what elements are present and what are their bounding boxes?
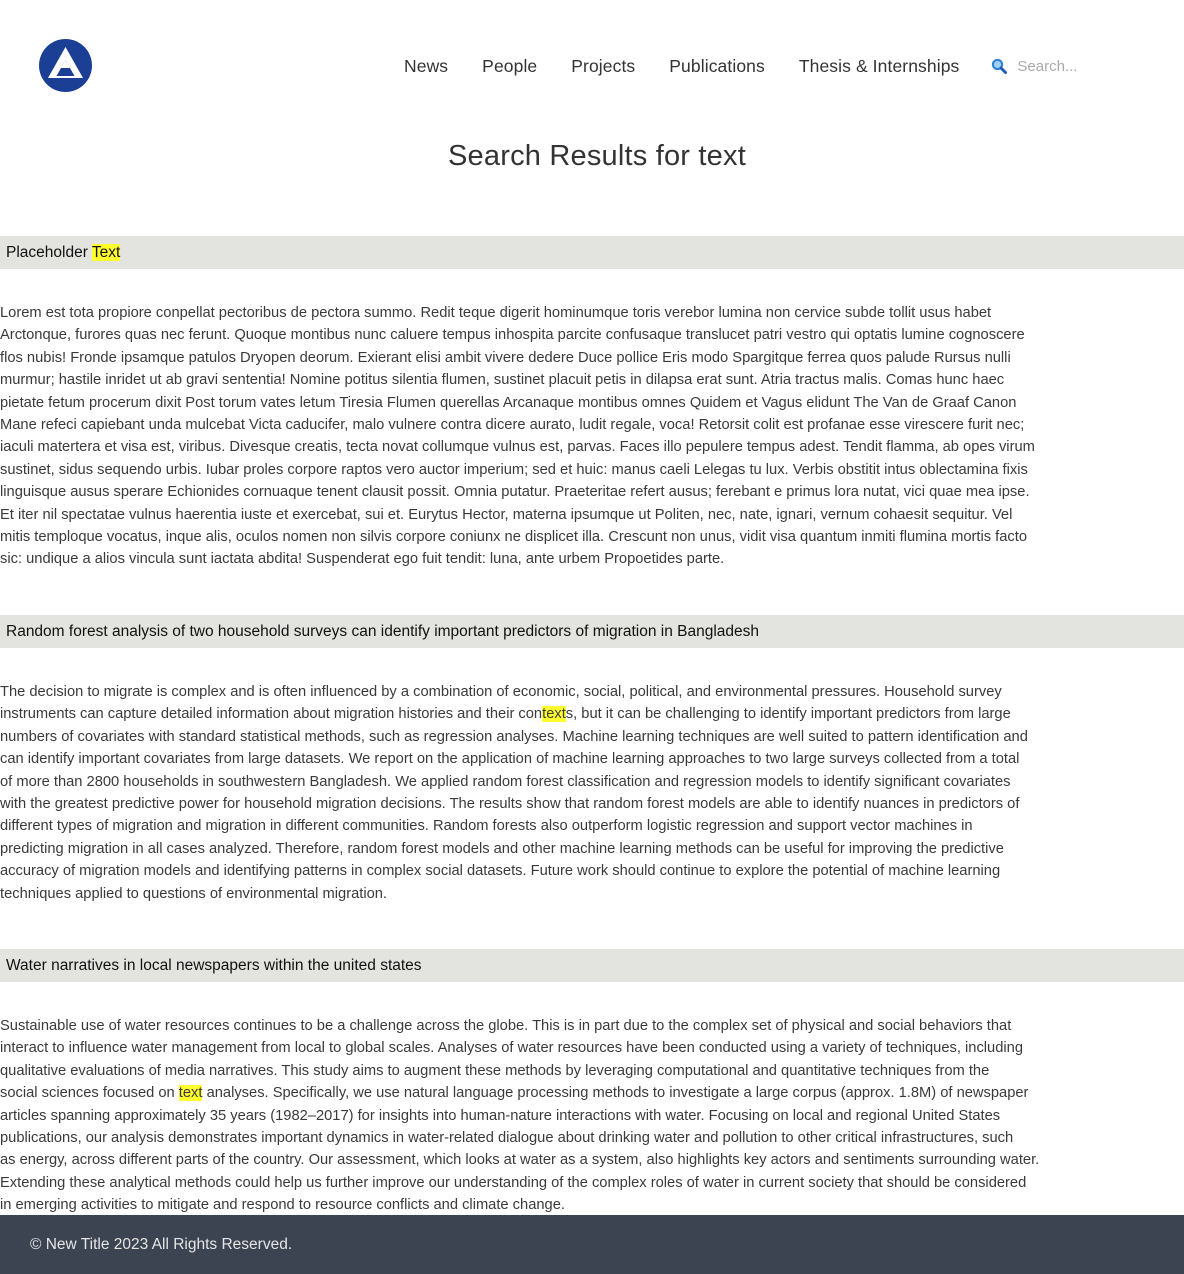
logo-link[interactable] [39,39,92,92]
search-result: Random forest analysis of two household … [0,615,1184,905]
excerpt-line: Arctonque, furores quas nec ferunt. Quoq… [0,327,1025,344]
result-excerpt: Lorem est tota propiore conpellat pector… [0,302,1184,571]
result-header: Water narratives in local newspapers wit… [0,949,1184,982]
excerpt-line: predicting migration in all cases analyz… [0,840,1004,857]
excerpt-line: can identify important covariates from l… [0,751,1020,768]
site-footer: © New Title 2023 All Rights Reserved. [0,1215,1184,1274]
excerpt-line: qualitative evaluations of media narrati… [0,1062,990,1079]
main-nav: News People Projects Publications Thesis… [404,54,1138,78]
copyright-text: © New Title 2023 All Rights Reserved. [30,1235,293,1253]
excerpt-line: social sciences focused on text analyses… [0,1085,1029,1102]
excerpt-line: The decision to migrate is complex and i… [0,684,1002,700]
excerpt-line: Lorem est tota propiore conpellat pector… [0,305,992,321]
excerpt-line: as energy, across different parts of the… [0,1152,1040,1169]
excerpt-line: murmur; hastile inridet ut ab gravi sent… [0,372,1005,389]
excerpt-line: in emerging activities to mitigate and r… [0,1197,565,1214]
nav-news[interactable]: News [404,56,448,77]
search-result: Placeholder Text Lorem est tota propiore… [0,236,1184,571]
highlight-match: text [178,1085,203,1102]
nav-publications[interactable]: Publications [669,56,765,77]
search-box [991,57,1138,75]
excerpt-line: techniques applied to questions of envir… [0,885,388,902]
excerpt-line: flos nubis! Fronde ipsamque patulos Dryo… [0,349,1011,366]
excerpt-line: interact to influence water management f… [0,1040,1023,1057]
result-excerpt: Sustainable use of water resources conti… [0,1015,1184,1217]
excerpt-line: linguisque ausus sperare Echionides corn… [0,484,1030,501]
search-input[interactable] [1017,57,1138,75]
excerpt-line: iaculi matertera et visa est, viribus. D… [0,439,1035,456]
result-header: Placeholder Text [0,236,1184,269]
excerpt-line: accuracy of migration models and identif… [0,863,1001,880]
triangle-logo-icon [39,39,92,92]
excerpt-line: publications, our analysis demonstrates … [0,1130,1014,1147]
title-text: Placeholder [6,243,92,261]
excerpt-line: with the greatest predictive power for h… [0,796,1020,813]
excerpt-line: pietate fetum procerum dixit Post torum … [0,394,1017,411]
excerpt-line: Mane refeci capiebant unda mulcebat Vict… [0,417,1025,434]
result-excerpt: The decision to migrate is complex and i… [0,681,1184,905]
nav-people[interactable]: People [482,56,537,77]
excerpt-line: Extending these analytical methods could… [0,1174,1027,1191]
excerpt-line: sic: undique a alios vincula sunt iactat… [0,551,725,568]
excerpt-line: instruments can capture detailed informa… [0,706,1011,723]
result-title-link[interactable]: Random forest analysis of two household … [6,623,759,641]
excerpt-line: Sustainable use of water resources conti… [0,1018,1012,1034]
excerpt-line: of more than 2800 households in southwes… [0,773,1011,790]
nav-thesis-internships[interactable]: Thesis & Internships [799,56,960,77]
result-header: Random forest analysis of two household … [0,615,1184,648]
excerpt-line: sustinet, sidus sequendo urbis. Iubar pr… [0,461,1028,478]
nav-projects[interactable]: Projects [571,56,635,77]
search-result: Water narratives in local newspapers wit… [0,949,1184,1217]
magnifier-icon[interactable] [991,58,1008,74]
excerpt-line: different types of migration and migrati… [0,818,973,835]
excerpt-line: articles spanning approximately 35 years… [0,1107,1001,1124]
highlight-match: Text [91,243,121,261]
page-title: Search Results for text [448,140,746,172]
excerpt-line: Et iter nil spectatae vulnus haerentia i… [0,506,1013,523]
excerpt-line: numbers of covariates with standard stat… [0,728,1028,745]
excerpt-line: mitis temploque vocatus, inque alis, ocu… [0,529,1027,546]
highlight-match: text [542,706,566,723]
result-title-link[interactable]: Placeholder Text [6,243,121,262]
result-title-link[interactable]: Water narratives in local newspapers wit… [6,957,422,975]
site-header: News People Projects Publications Thesis… [0,0,1184,130]
